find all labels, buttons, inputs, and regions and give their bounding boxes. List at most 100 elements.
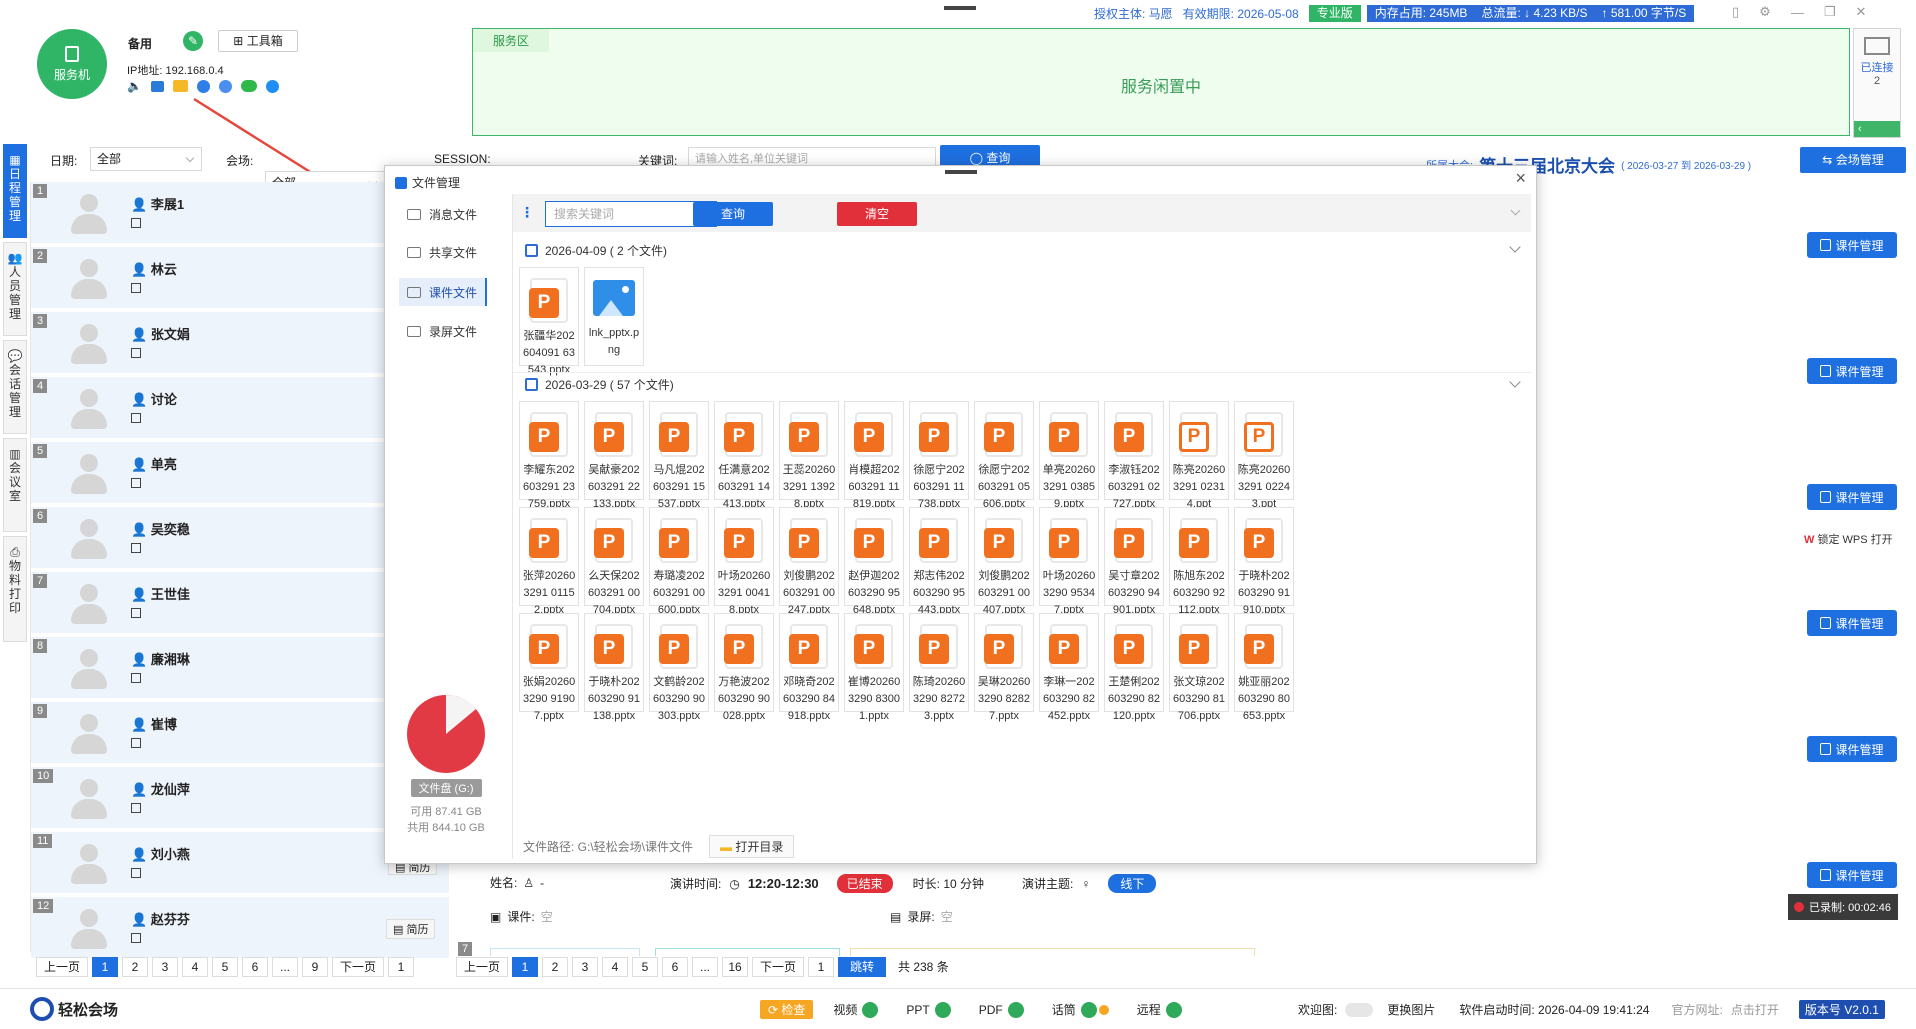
courseware-manage-button[interactable]: 课件管理 [1807,484,1897,510]
courseware-manage-button[interactable]: 课件管理 [1807,358,1897,384]
file-item[interactable]: P 徐愿宁202603291 05606.pptx [974,401,1034,510]
settings-icon[interactable]: ⚙ [1759,4,1771,20]
file-item[interactable]: P 任满意202603291 14413.pptx [714,401,774,510]
page-button[interactable]: 2 [542,957,568,977]
file-item[interactable]: P 郑志伟202603290 95443.pptx [909,507,969,616]
courseware-manage-button[interactable]: 课件管理 [1807,736,1897,762]
chevron-down-icon[interactable] [1509,376,1521,388]
file-item[interactable]: P 张萍202603291 01152.pptx [519,507,579,616]
page-button[interactable]: 1 [512,957,538,977]
browser-icon[interactable] [196,79,210,93]
group-header[interactable]: 2026-04-09 ( 2 个文件) [513,238,1531,262]
welcome-toggle[interactable] [1345,1002,1374,1017]
prev-page-button[interactable]: 上一页 [456,957,508,977]
file-item[interactable]: P 王蕊202603291 13928.pptx [779,401,839,510]
tab-print[interactable]: ⎙ 物料打印 [3,536,27,642]
wps-lock[interactable]: W 锁定 WPS 打开 [1804,531,1893,547]
file-item[interactable]: P 张娟202603290 91907.pptx [519,613,579,722]
file-item[interactable]: P 陈旭东202603290 92112.pptx [1169,507,1229,616]
resume-button[interactable]: ▤ 简历 [386,919,436,939]
file-search-input[interactable]: 搜索关键词 [545,201,717,227]
page-input[interactable]: 1 [388,957,414,977]
file-item[interactable]: P 赵伊迦202603290 95648.pptx [844,507,904,616]
page-button[interactable]: 6 [662,957,688,977]
file-item[interactable]: P 王楚俐202603290 82120.pptx [1104,613,1164,722]
file-item[interactable]: P 于晓朴202603290 91910.pptx [1234,507,1294,616]
qq-icon[interactable] [265,79,279,93]
file-clear-button[interactable]: 清空 [837,202,917,226]
file-item[interactable]: P 肖模超202603291 11819.pptx [844,401,904,510]
next-page-button[interactable]: 下一页 [752,957,804,977]
prev-page-button[interactable]: 上一页 [36,957,88,977]
check-button[interactable]: ⟳ 检查 [760,1000,814,1019]
venue-manage-button[interactable]: ⇆ 会场管理 [1800,147,1906,173]
page-button[interactable]: 9 [302,957,328,977]
file-item[interactable]: P 李淑钰202603291 02727.pptx [1104,401,1164,510]
page-button[interactable]: 6 [242,957,268,977]
page-button[interactable]: 5 [212,957,238,977]
file-item[interactable]: P 吴寸章202603290 94901.pptx [1104,507,1164,616]
file-item[interactable]: P 邓晓奇202603290 84918.pptx [779,613,839,722]
page-button[interactable]: 4 [602,957,628,977]
file-item[interactable]: P 李琳一202603290 82452.pptx [1039,613,1099,722]
list-item[interactable]: 12 👤 赵芬芬 ▤ 简历 [31,897,449,959]
page-button[interactable]: 16 [722,957,748,977]
file-item[interactable]: P 姚亚丽202603290 80653.pptx [1234,613,1294,722]
page-button[interactable]: 5 [632,957,658,977]
wechat-icon[interactable] [240,80,257,92]
close-icon[interactable]: × [1515,168,1526,189]
tab-people[interactable]: 👥 人员管理 [3,242,27,336]
file-item[interactable]: P 张疆华202604091 63543.pptx [519,267,579,376]
file-item[interactable]: P 马凡焜202603291 15537.pptx [649,401,709,510]
next-page-button[interactable]: 下一页 [332,957,384,977]
file-item[interactable]: P 徐愿宁202603291 11738.pptx [909,401,969,510]
page-input[interactable]: 1 [808,957,834,977]
page-button[interactable]: 3 [152,957,178,977]
nav-courseware-files[interactable]: 课件文件 [399,278,487,306]
file-item[interactable]: lnk_pptx.png [584,267,644,366]
tab-schedule[interactable]: ▦ 日程管理 [3,144,27,238]
courseware-manage-button[interactable]: 课件管理 [1807,610,1897,636]
change-image-button[interactable]: 更换图片 [1387,1001,1435,1018]
file-item[interactable]: P 刘俊鹏202603291 00247.pptx [779,507,839,616]
site-link[interactable]: 点击打开 [1731,1001,1779,1018]
toolbox-button[interactable]: ⊞ 工具箱 [218,30,298,52]
nav-message-files[interactable]: 消息文件 [399,200,487,228]
file-item[interactable]: P 文鹤龄202603290 90303.pptx [649,613,709,722]
open-dir-button[interactable]: ▬ 打开目录 [709,835,795,858]
file-item[interactable]: P 吴献豪202603291 22133.pptx [584,401,644,510]
file-item[interactable]: P 于晓朴202603290 91138.pptx [584,613,644,722]
file-item[interactable]: P 陈琦202603290 82723.pptx [909,613,969,722]
file-item[interactable]: P 崔博202603290 83001.pptx [844,613,904,722]
tab-session[interactable]: 💬 会话管理 [3,340,27,434]
file-item[interactable]: P 叶场202603291 00418.pptx [714,507,774,616]
nav-shared-files[interactable]: 共享文件 [399,238,487,266]
file-query-button[interactable]: 查询 [693,202,773,226]
page-button[interactable]: 2 [122,957,148,977]
file-item[interactable]: P 陈亮202603291 02314.ppt [1169,401,1229,510]
page-button[interactable]: 1 [92,957,118,977]
server-badge[interactable]: 服务机 [37,29,107,99]
file-item[interactable]: P 叶场202603290 95347.pptx [1039,507,1099,616]
file-item[interactable]: P 陈亮202603291 02243.ppt [1234,401,1294,510]
courseware-manage-button[interactable]: 课件管理 [1807,232,1897,258]
nav-screen-records[interactable]: 录屏文件 [399,317,487,345]
edit-icon[interactable]: ✎ [183,31,203,51]
connection-box[interactable]: 已连接 2 ‹ [1853,28,1901,138]
close-icon[interactable]: ✕ [1855,4,1866,20]
file-item[interactable]: P 刘俊鹏202603291 00407.pptx [974,507,1034,616]
page-button[interactable]: 3 [572,957,598,977]
collapse-icon[interactable]: ‹ [1854,121,1900,137]
chevron-down-icon[interactable] [1509,241,1521,253]
file-item[interactable]: P 张文琼202603290 81706.pptx [1169,613,1229,722]
globe-icon[interactable] [218,79,232,93]
lock-icon[interactable]: ▯ [1732,4,1739,20]
restore-icon[interactable]: ❐ [1824,4,1836,20]
tab-room[interactable]: ▥ 会议室 [3,438,27,532]
more-icon[interactable]: ⋮ [520,204,534,221]
file-item[interactable]: P 么天保202603291 00704.pptx [584,507,644,616]
jump-button[interactable]: 跳转 [838,957,886,977]
chevron-down-icon[interactable] [1510,205,1521,216]
folder-icon[interactable] [172,80,188,92]
group-header[interactable]: 2026-03-29 ( 57 个文件) [513,372,1531,396]
